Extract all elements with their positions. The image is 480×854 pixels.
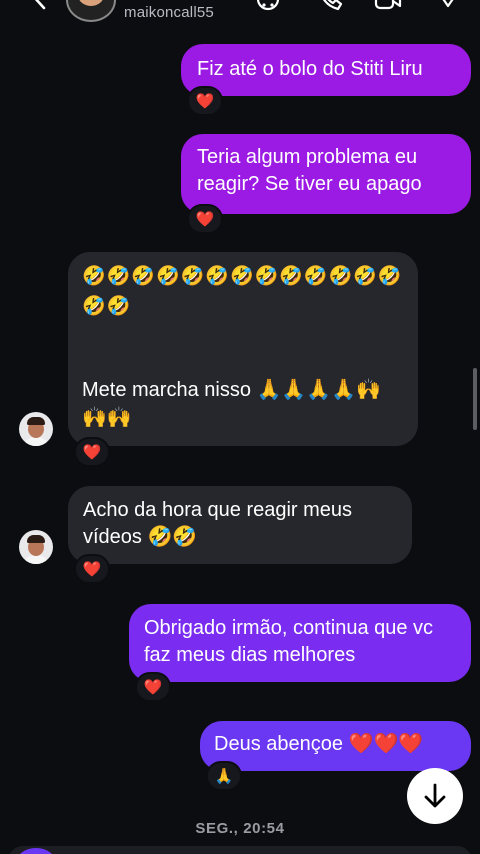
header-avatar[interactable] (66, 0, 116, 22)
date-separator: SEG., 20:54 (195, 820, 285, 837)
emoji-icon[interactable] (254, 0, 282, 12)
message-composer[interactable] (8, 846, 472, 854)
reaction-badge[interactable]: ❤️ (74, 437, 110, 467)
header-username[interactable]: maikoncall55 (124, 4, 214, 21)
reaction-emoji: ❤️ (195, 211, 215, 228)
message-emojis: 🤣🤣🤣🤣🤣🤣🤣🤣🤣🤣🤣🤣🤣🤣🤣 (82, 266, 403, 317)
avatar[interactable] (19, 412, 53, 446)
message-bubble-outgoing[interactable]: Teria algum problema eu reagir? Se tiver… (181, 134, 471, 214)
reaction-badge[interactable]: 🙏 (206, 761, 242, 791)
reaction-badge[interactable]: ❤️ (74, 554, 110, 584)
message-bubble-incoming[interactable]: 🤣🤣🤣🤣🤣🤣🤣🤣🤣🤣🤣🤣🤣🤣🤣 Mete marcha nisso 🙏🙏🙏🙏🙌🙌… (68, 252, 418, 446)
message-bubble-outgoing[interactable]: Fiz até o bolo do Stiti Liru (181, 44, 471, 96)
reaction-badge[interactable]: ❤️ (135, 672, 171, 702)
chevron-left-icon[interactable] (26, 0, 52, 10)
arrow-down-icon (424, 783, 446, 808)
reaction-emoji: ❤️ (195, 93, 215, 110)
message-bubble-outgoing[interactable]: Obrigado irmão, continua que vc faz meus… (129, 604, 471, 682)
avatar[interactable] (19, 530, 53, 564)
video-icon[interactable] (374, 0, 402, 12)
message-text: Obrigado irmão, continua que vc faz meus… (144, 617, 434, 666)
heart-icon[interactable] (434, 0, 462, 12)
camera-icon[interactable] (16, 848, 56, 854)
reaction-emoji: ❤️ (82, 444, 102, 461)
scroll-to-bottom-button[interactable] (407, 768, 463, 824)
reaction-emoji: ❤️ (82, 561, 102, 578)
reaction-emoji: ❤️ (143, 679, 163, 696)
scrollbar[interactable] (473, 368, 477, 430)
reaction-badge[interactable]: ❤️ (187, 86, 223, 116)
message-text: Mete marcha nisso 🙏🙏🙏🙏🙌🙌🙌 (82, 379, 382, 429)
reaction-emoji: 🙏 (214, 768, 234, 785)
message-text: Teria algum problema eu reagir? Se tiver… (197, 146, 422, 195)
message-bubble-outgoing[interactable]: Deus abençoe ❤️❤️❤️ (200, 721, 471, 771)
message-text: Acho da hora que reagir meus vídeos 🤣🤣 (83, 499, 353, 548)
phone-icon[interactable] (316, 0, 344, 12)
reaction-badge[interactable]: ❤️ (187, 204, 223, 234)
message-text: Fiz até o bolo do Stiti Liru (197, 58, 423, 80)
message-bubble-incoming[interactable]: Acho da hora que reagir meus vídeos 🤣🤣 (68, 486, 412, 564)
chat-header: maikoncall55 (0, 0, 480, 30)
message-text: Deus abençoe ❤️❤️❤️ (214, 733, 424, 755)
